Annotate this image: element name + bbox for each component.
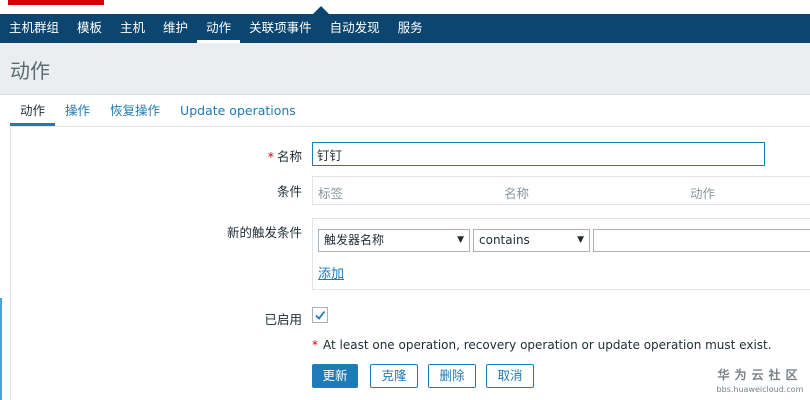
warning-message: * At least one operation, recovery operat… bbox=[312, 338, 772, 352]
add-condition-link[interactable]: 添加 bbox=[318, 263, 344, 282]
delete-button[interactable]: 删除 bbox=[428, 364, 476, 388]
chevron-down-icon: ▼ bbox=[577, 235, 584, 245]
nav-item-templates[interactable]: 模板 bbox=[68, 14, 111, 43]
logo-bar bbox=[8, 0, 104, 5]
nav-item-maintenance[interactable]: 维护 bbox=[154, 14, 197, 43]
watermark-name: 华为云社区 bbox=[717, 368, 803, 382]
nav-item-correlation[interactable]: 关联项事件 bbox=[240, 14, 321, 43]
condition-operator-select[interactable]: contains ▼ bbox=[473, 229, 590, 252]
checkmark-icon bbox=[315, 310, 326, 320]
conditions-col-name: 名称 bbox=[504, 186, 530, 201]
name-input[interactable] bbox=[312, 142, 765, 166]
tab-action[interactable]: 动作 bbox=[10, 97, 56, 126]
nav-item-hosts[interactable]: 主机 bbox=[111, 14, 154, 43]
tab-operations[interactable]: 操作 bbox=[55, 97, 100, 126]
clone-button[interactable]: 克隆 bbox=[370, 364, 418, 388]
condition-type-value: 触发器名称 bbox=[324, 233, 385, 247]
page-title: 动作 bbox=[10, 59, 50, 83]
tab-recovery-operations[interactable]: 恢复操作 bbox=[100, 97, 170, 126]
enabled-checkbox[interactable] bbox=[312, 307, 328, 323]
nav-item-discovery[interactable]: 自动发现 bbox=[321, 14, 389, 43]
warning-text: At least one operation, recovery operati… bbox=[323, 338, 772, 352]
enabled-label: 已启用 bbox=[264, 312, 302, 327]
new-condition-label: 新的触发条件 bbox=[226, 225, 302, 240]
watermark-url: bbs.huaweicloud.com bbox=[716, 385, 804, 394]
title-bar: 动作 bbox=[0, 43, 810, 95]
condition-value-input[interactable] bbox=[593, 229, 810, 252]
conditions-label: 条件 bbox=[276, 184, 302, 199]
required-mark: * bbox=[267, 149, 274, 164]
update-button[interactable]: 更新 bbox=[312, 364, 358, 388]
nav-caret-icon bbox=[313, 6, 329, 14]
tab-bar: 动作 操作 恢复操作 Update operations bbox=[10, 97, 810, 127]
tab-update-operations[interactable]: Update operations bbox=[170, 97, 306, 126]
condition-operator-value: contains bbox=[479, 233, 530, 247]
cancel-button[interactable]: 取消 bbox=[486, 364, 534, 388]
conditions-table: 标签 名称 动作 bbox=[312, 176, 810, 205]
conditions-col-label: 标签 bbox=[318, 186, 344, 201]
warning-required-mark: * bbox=[312, 338, 318, 352]
top-nav: 主机群组 模板 主机 维护 动作 关联项事件 自动发现 服务 bbox=[0, 14, 810, 43]
conditions-col-action: 动作 bbox=[690, 186, 716, 201]
condition-type-select[interactable]: 触发器名称 ▼ bbox=[318, 229, 470, 252]
chevron-down-icon: ▼ bbox=[457, 235, 464, 245]
nav-item-services[interactable]: 服务 bbox=[389, 14, 432, 43]
left-accent-line bbox=[0, 298, 2, 400]
nav-item-actions[interactable]: 动作 bbox=[197, 14, 241, 43]
nav-item-host-groups[interactable]: 主机群组 bbox=[0, 14, 68, 43]
name-label: * 名称 bbox=[240, 146, 302, 165]
watermark: 华为云社区 bbs.huaweicloud.com bbox=[712, 366, 808, 394]
name-label-text: 名称 bbox=[276, 149, 302, 164]
top-strip bbox=[0, 0, 810, 14]
